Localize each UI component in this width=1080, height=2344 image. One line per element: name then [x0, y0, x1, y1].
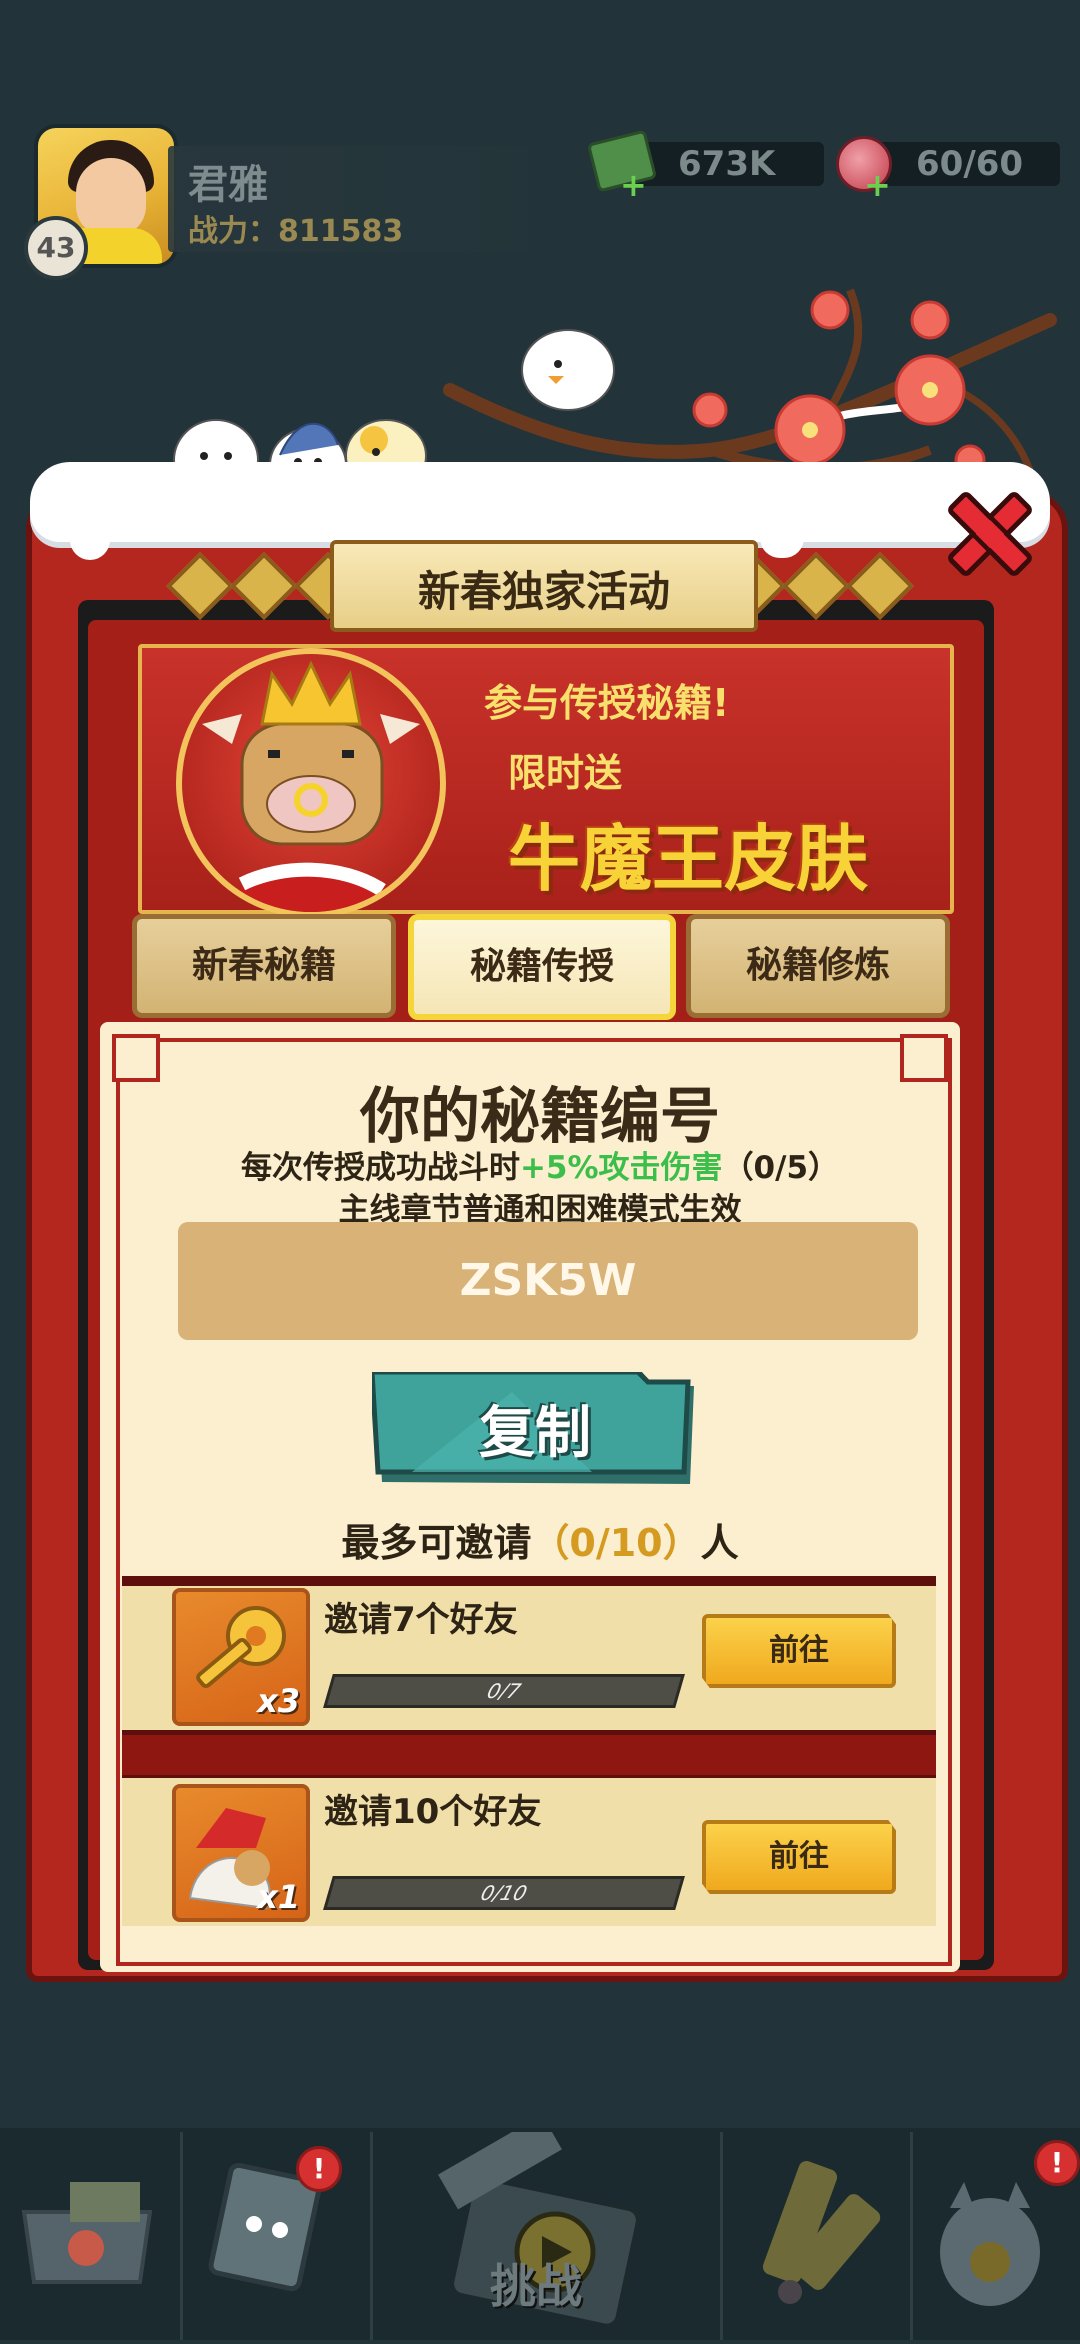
reward-progress-bar: 0/10 [323, 1876, 685, 1910]
money-value: 673K [678, 144, 776, 184]
row-divider [122, 1730, 936, 1780]
player-avatar-block[interactable]: 43 [24, 124, 178, 280]
reward-title: 邀请10个好友 [324, 1792, 542, 1832]
bull-king-skin-portrait [176, 648, 446, 918]
bull-king-icon [202, 660, 420, 912]
reward-title: 邀请7个好友 [324, 1600, 518, 1640]
bonus-progress: （0/5） [722, 1150, 840, 1186]
bull-skin-icon: x1 [172, 1784, 310, 1922]
add-stamina-icon[interactable]: + [864, 169, 891, 201]
avatar-face [76, 158, 146, 236]
reward-count: x3 [257, 1682, 300, 1720]
key-icon: x3 [172, 1588, 310, 1726]
cannon-icon [762, 2161, 881, 2304]
notification-badge: ! [296, 2146, 342, 2192]
cash-cart-icon [21, 2182, 153, 2284]
reward-progress-bar: 0/7 [323, 1674, 685, 1708]
list-item: x1 邀请10个好友 0/10 前往 [122, 1778, 936, 1926]
tab-teach-secrets[interactable]: 秘籍传授 [408, 914, 676, 1020]
combat-power: 战力：811583 [188, 214, 404, 249]
nav-weapon[interactable] [720, 2132, 913, 2340]
secret-code-field[interactable]: ZSK5W [178, 1222, 918, 1340]
invite-suffix: 人 [700, 1521, 739, 1565]
invite-prefix: 最多可邀请 [341, 1521, 532, 1565]
event-title: 新春独家活动 [417, 567, 670, 616]
go-button[interactable]: 前往 [702, 1820, 896, 1894]
notification-badge: ! [1034, 2140, 1080, 2186]
bonus-desc-prefix: 每次传授成功战斗时 [240, 1150, 520, 1186]
copy-button-label: 复制 [479, 1401, 591, 1466]
bonus-value: +5%攻击伤害 [519, 1150, 723, 1186]
snow-roof [30, 462, 1050, 542]
promo-line-2: 限时送 [508, 751, 623, 795]
list-top-border [122, 1576, 936, 1586]
player-name: 君雅 [188, 162, 268, 208]
level-badge: 43 [24, 216, 88, 280]
invite-count: （0/10） [531, 1521, 701, 1565]
nav-lucky-cat[interactable]: ! [910, 2132, 1080, 2340]
stamina-counter: 60/60 [872, 142, 1060, 186]
go-button[interactable]: 前往 [702, 1614, 896, 1688]
promo-line-1: 参与传授秘籍! [484, 681, 730, 725]
tab-spring-secrets[interactable]: 新春秘籍 [132, 914, 396, 1018]
add-money-icon[interactable]: + [620, 169, 647, 201]
event-title-banner: 新春独家活动 [330, 540, 758, 632]
tab-train-secrets[interactable]: 秘籍修炼 [686, 914, 950, 1018]
bonus-description: 每次传授成功战斗时+5%攻击伤害（0/5） [0, 1142, 1080, 1187]
close-icon[interactable] [940, 484, 1040, 584]
max-invite-text: 最多可邀请（0/10）人 [0, 1512, 1080, 1567]
nav-shop[interactable] [0, 2132, 183, 2340]
challenge-label: 挑战 [490, 2259, 582, 2313]
book-icon [208, 2162, 322, 2292]
nav-book[interactable]: ! [180, 2132, 373, 2340]
promo-headline: 牛魔王皮肤 [508, 817, 869, 901]
money-counter: 673K [628, 142, 824, 186]
list-item: x3 邀请7个好友 0/7 前往 [122, 1586, 936, 1734]
reward-count: x1 [257, 1878, 300, 1916]
stamina-value: 60/60 [916, 144, 1024, 184]
